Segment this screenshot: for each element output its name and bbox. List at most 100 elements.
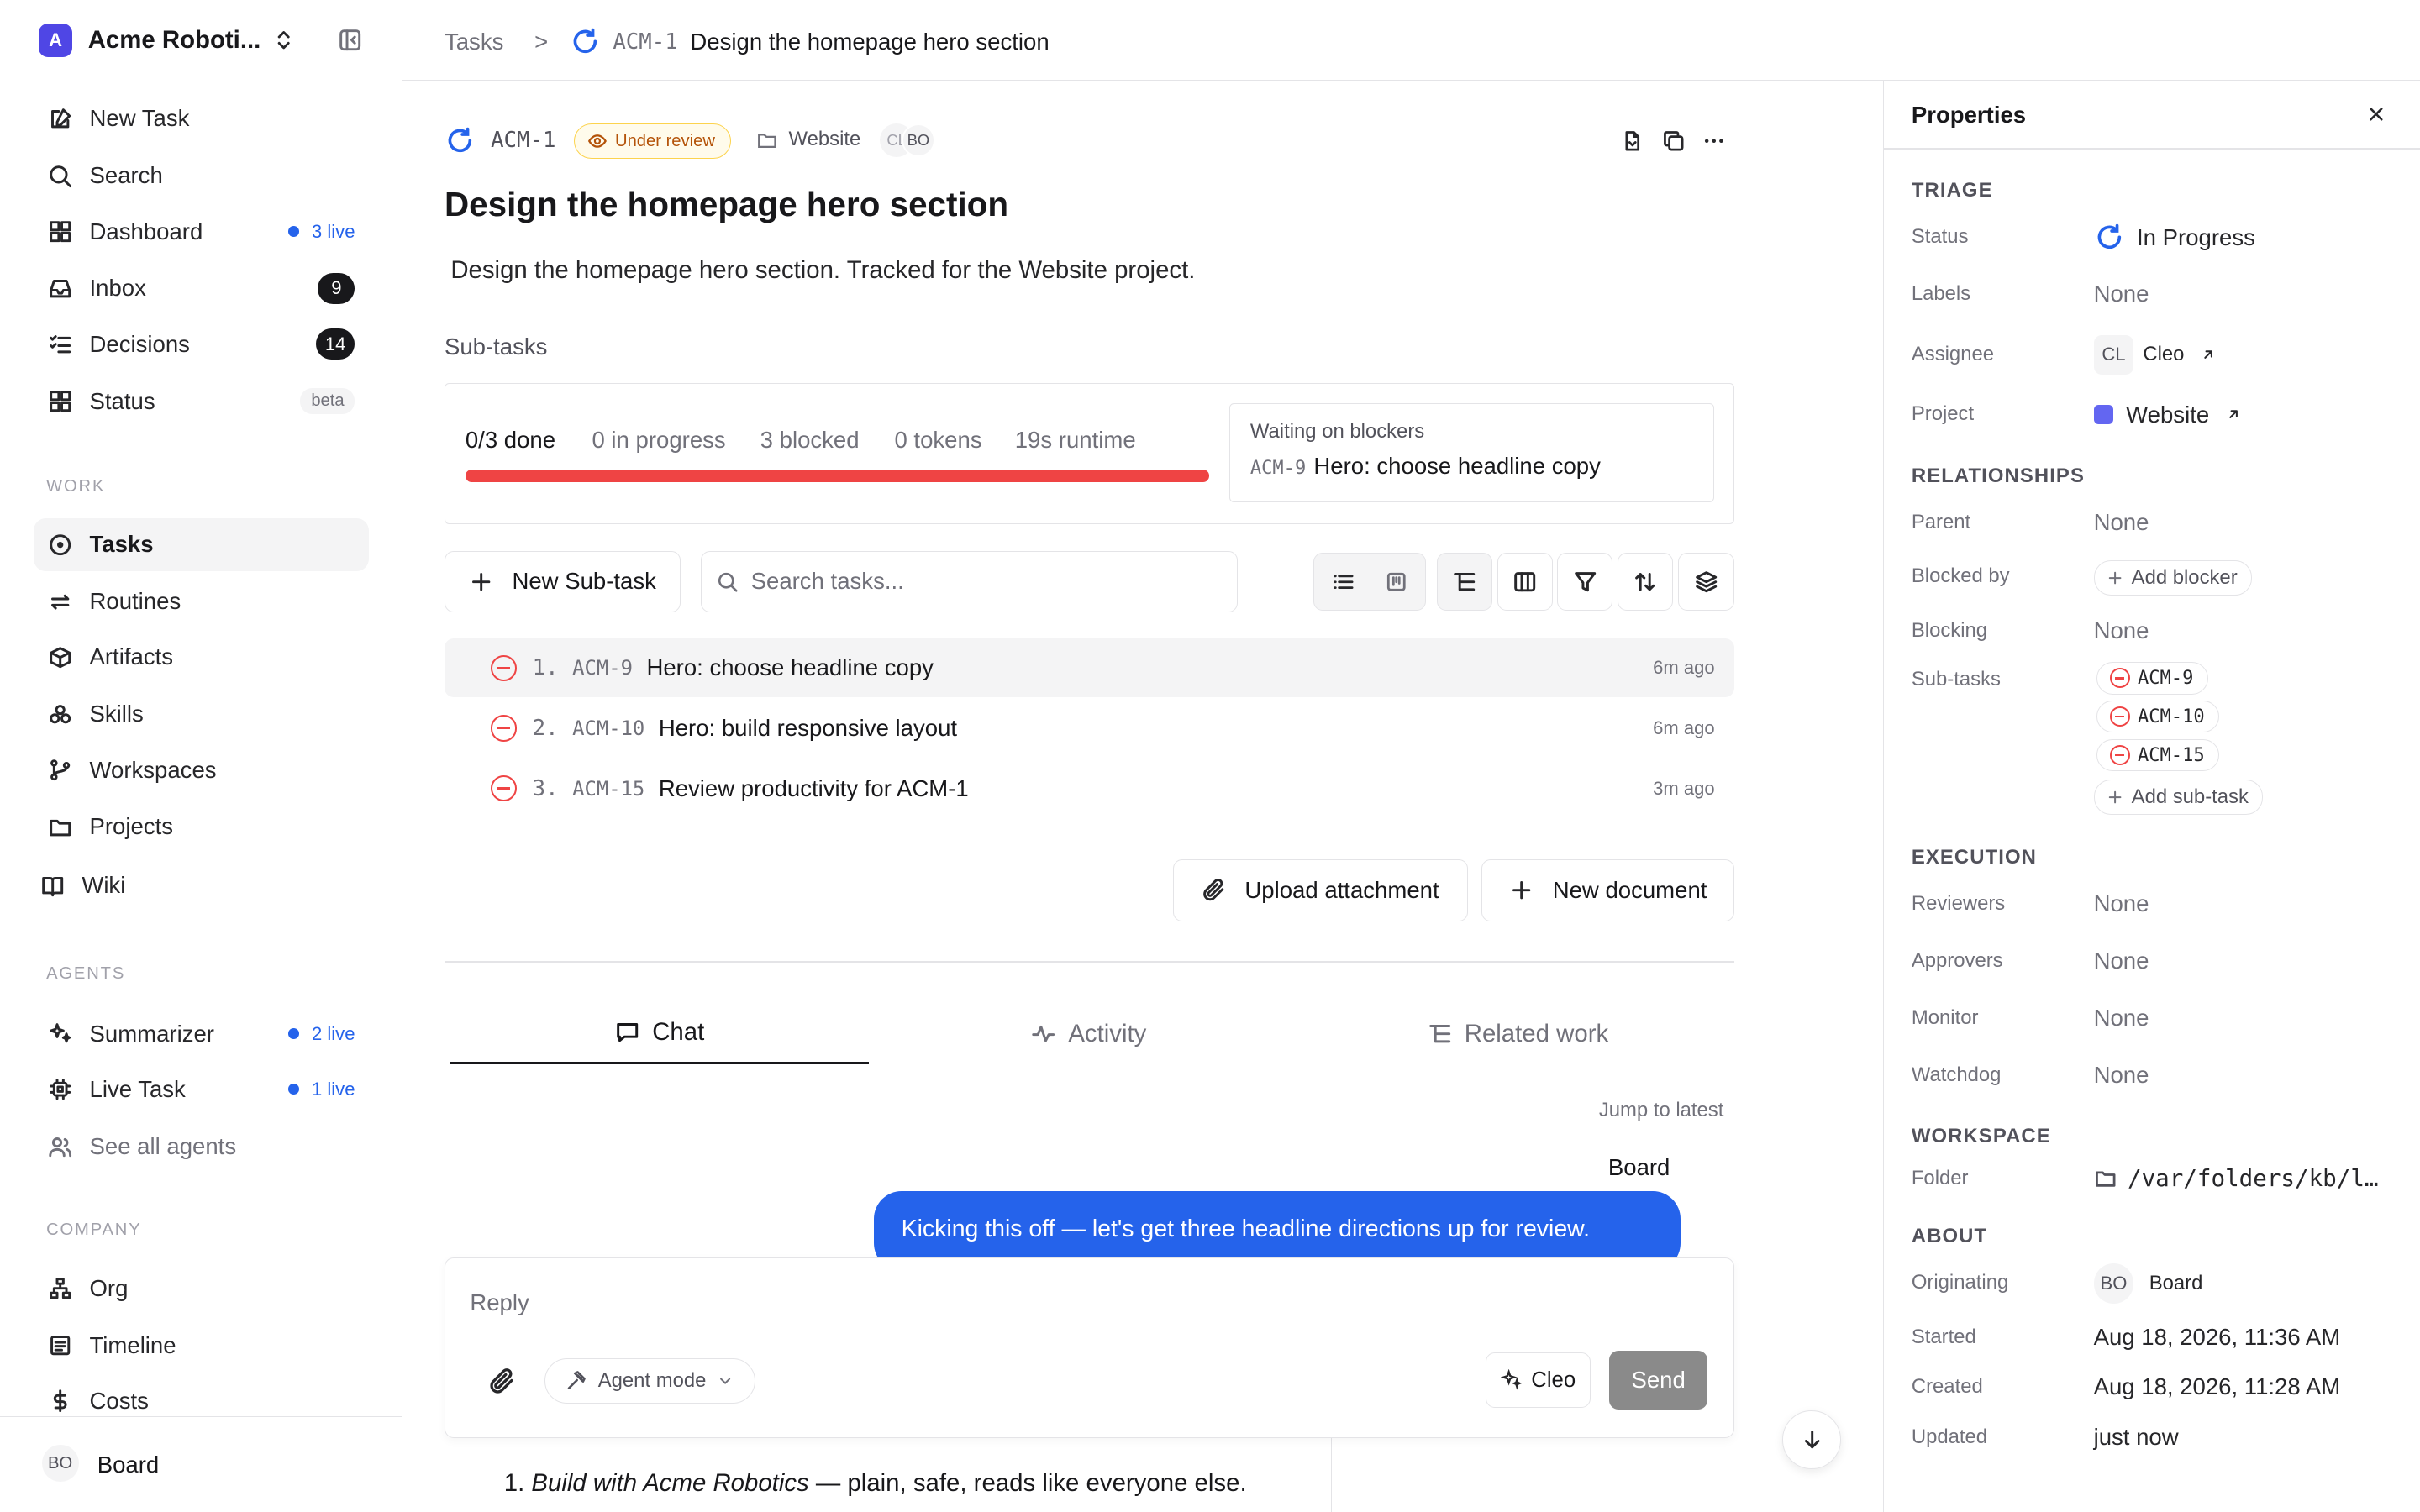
- sidebar-item-timeline[interactable]: Timeline: [34, 1319, 369, 1371]
- reply-input[interactable]: Reply: [470, 1289, 529, 1316]
- attach-icon[interactable]: [488, 1368, 516, 1395]
- search-tasks-input[interactable]: Search tasks...: [700, 550, 1239, 613]
- subtask-pill[interactable]: ACM‑10: [2096, 700, 2220, 733]
- labels-value[interactable]: None: [2094, 281, 2149, 307]
- user-name: Board: [97, 1451, 160, 1478]
- copy-link-icon[interactable]: [1621, 129, 1644, 153]
- new-subtask-button[interactable]: New Sub-task: [444, 550, 681, 613]
- skills-icon: [50, 704, 71, 724]
- sort-icon[interactable]: [1617, 552, 1673, 612]
- blocked-icon: [491, 654, 518, 681]
- sidebar-item-artifacts[interactable]: Artifacts: [34, 631, 369, 683]
- status-value[interactable]: In Progress: [2094, 222, 2255, 253]
- row-title: Review productivity for ACM-1: [658, 774, 969, 801]
- table-row[interactable]: 1. ACM‑9 Hero: choose headline copy 6m a…: [444, 638, 1735, 698]
- add-subtask-button[interactable]: Add sub-task: [2093, 779, 2264, 815]
- sidebar-item-inbox[interactable]: Inbox 9: [34, 262, 369, 314]
- tab-chat[interactable]: Chat: [450, 1003, 870, 1065]
- filter-icon[interactable]: [1557, 552, 1613, 612]
- breadcrumb: Tasks > ACM‑1 Design the homepage hero s…: [445, 26, 1050, 57]
- sidebar-item-projects[interactable]: Projects: [34, 801, 369, 853]
- tab-related-work[interactable]: Related work: [1309, 1003, 1728, 1064]
- sidebar-item-workspaces[interactable]: Workspaces: [34, 743, 369, 795]
- layers-icon[interactable]: [1677, 552, 1735, 612]
- sidebar-item-dashboard[interactable]: Dashboard 3 live: [34, 205, 369, 257]
- upload-attachment-button[interactable]: Upload attachment: [1172, 859, 1468, 921]
- add-blocker-button[interactable]: Add blocker: [2093, 559, 2253, 596]
- sidebar-item-new-task[interactable]: New Task: [34, 92, 369, 144]
- section-about: ABOUT: [1911, 1225, 1988, 1248]
- columns-icon[interactable]: [1497, 552, 1553, 612]
- table-row[interactable]: 2. ACM‑10 Hero: build responsive layout …: [445, 699, 1735, 758]
- folder-icon: [50, 819, 71, 837]
- project-value[interactable]: Website: [2093, 402, 2242, 428]
- task-title[interactable]: Design the homepage hero section: [445, 185, 1008, 224]
- sidebar-item-see-all-agents[interactable]: See all agents: [34, 1120, 369, 1172]
- tree-view-icon[interactable]: [1437, 552, 1493, 612]
- assignee-value[interactable]: CL Cleo: [2093, 334, 2217, 375]
- jump-to-latest-link[interactable]: Jump to latest: [1599, 1099, 1724, 1122]
- sidebar-item-summarizer[interactable]: Summarizer 2 live: [34, 1007, 369, 1059]
- started-label: Started: [1911, 1325, 1976, 1348]
- stat-runtime: 19s runtime: [1014, 426, 1136, 453]
- agent-mode-selector[interactable]: Agent mode: [544, 1358, 756, 1404]
- sidebar-item-search[interactable]: Search: [34, 150, 369, 202]
- sidebar-item-label: Wiki: [82, 872, 126, 899]
- sidebar-item-org[interactable]: Org: [34, 1262, 369, 1314]
- monitor-value[interactable]: None: [2094, 1005, 2149, 1032]
- view-toggle[interactable]: [1313, 552, 1427, 612]
- watchdog-value[interactable]: None: [2094, 1062, 2149, 1089]
- sidebar-item-wiki[interactable]: Wiki: [26, 859, 361, 911]
- list-number: 1.: [503, 1468, 525, 1497]
- row-title: Hero: choose headline copy: [646, 654, 934, 681]
- table-row[interactable]: 3. ACM‑15 Review productivity for ACM-1 …: [445, 759, 1735, 818]
- task-description[interactable]: Design the homepage hero section. Tracke…: [450, 256, 1195, 285]
- sidebar-item-skills[interactable]: Skills: [34, 688, 369, 740]
- sidebar-item-status[interactable]: Status beta: [34, 375, 369, 427]
- approvers-value[interactable]: None: [2094, 948, 2149, 974]
- scroll-down-button[interactable]: [1782, 1410, 1842, 1469]
- board-view-icon[interactable]: [1370, 559, 1422, 605]
- tab-activity[interactable]: Activity: [880, 1003, 1298, 1064]
- blockers-card[interactable]: Waiting on blockers ACM‑9 Hero: choose h…: [1229, 403, 1714, 502]
- assignee-avatars[interactable]: CL BO: [879, 123, 936, 158]
- in-progress-icon: [2097, 224, 2121, 249]
- breadcrumb-tasks-link[interactable]: Tasks: [445, 29, 503, 55]
- folder-icon: [758, 133, 776, 148]
- workspace-logo[interactable]: A: [38, 23, 73, 57]
- close-icon[interactable]: [2365, 103, 2387, 125]
- parent-value[interactable]: None: [2094, 509, 2149, 536]
- section-workspace: WORKSPACE: [1911, 1124, 2051, 1147]
- avatar: CL: [2093, 334, 2134, 375]
- row-key: ACM‑15: [572, 776, 645, 801]
- list-view-icon[interactable]: [1317, 558, 1370, 605]
- blocking-value[interactable]: None: [2094, 617, 2149, 644]
- status-badge[interactable]: Under review: [574, 123, 732, 160]
- row-number: 1.: [532, 655, 559, 681]
- project-chip[interactable]: Website: [756, 128, 860, 151]
- live-indicator: 3 live: [288, 221, 355, 243]
- sidebar-item-decisions[interactable]: Decisions 14: [34, 318, 369, 370]
- decisions-icon: [50, 334, 71, 354]
- task-status-icon[interactable]: [445, 125, 476, 156]
- subtask-pill[interactable]: ACM‑15: [2096, 738, 2220, 772]
- sidebar-item-tasks[interactable]: Tasks: [34, 518, 369, 571]
- more-icon[interactable]: [1702, 129, 1726, 153]
- sidebar-footer[interactable]: BO Board: [0, 1416, 402, 1512]
- subtask-pill[interactable]: ACM‑9: [2096, 661, 2208, 695]
- sidebar-item-label: Routines: [89, 588, 182, 615]
- collapse-sidebar-icon[interactable]: [338, 28, 362, 52]
- agent-picker-button[interactable]: Cleo: [1485, 1352, 1591, 1409]
- sidebar-item-live-task[interactable]: Live Task 1 live: [34, 1063, 369, 1116]
- workspace-switch-icon[interactable]: [271, 28, 296, 52]
- send-button[interactable]: Send: [1608, 1351, 1708, 1410]
- originating-value[interactable]: BO Board: [2093, 1263, 2202, 1305]
- sidebar-item-routines[interactable]: Routines: [34, 575, 369, 627]
- duplicate-icon[interactable]: [1662, 129, 1686, 153]
- folder-value[interactable]: /var/folders/kb/l…: [2094, 1165, 2379, 1192]
- new-document-button[interactable]: New document: [1481, 859, 1735, 921]
- workspace-name[interactable]: Acme Roboti...: [88, 26, 261, 55]
- sparkles-icon: [1500, 1369, 1522, 1390]
- reviewers-value[interactable]: None: [2094, 890, 2149, 917]
- in-progress-icon: [570, 26, 601, 57]
